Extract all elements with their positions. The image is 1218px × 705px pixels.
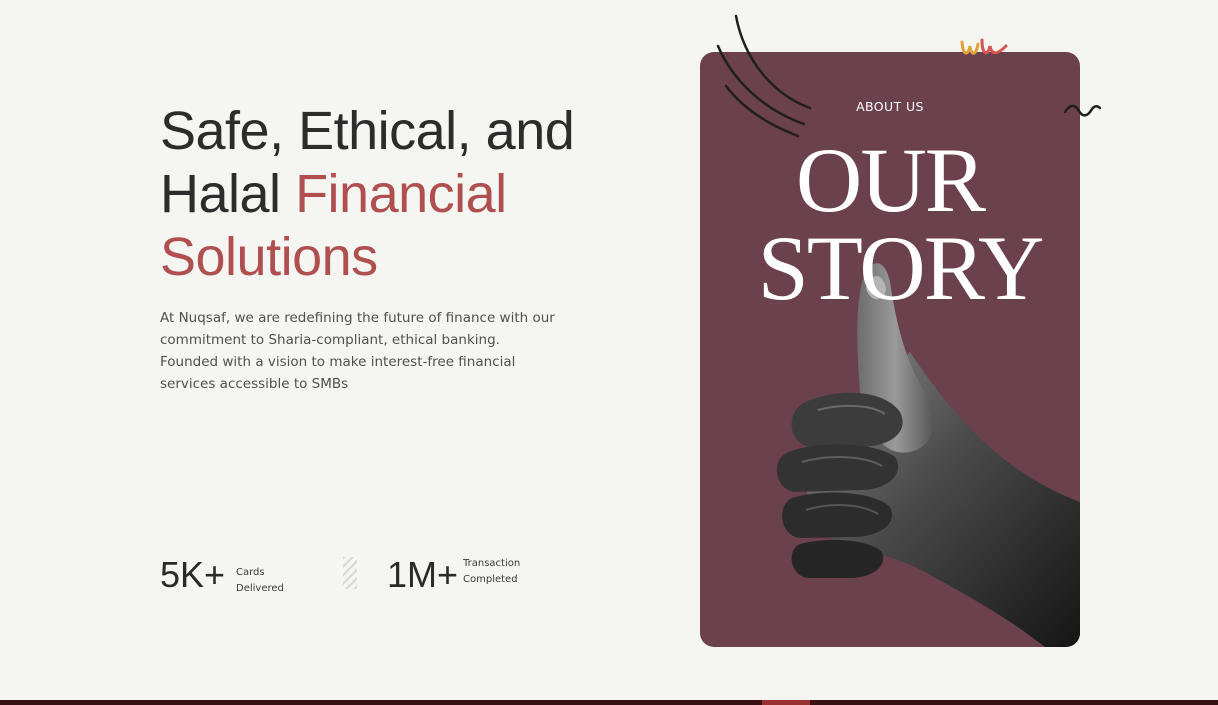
hero-description: At Nuqsaf, we are redefining the future … [160, 310, 555, 392]
stat-cards-value: 5K+ [160, 554, 226, 595]
hero-title: Safe, Ethical, and Halal Financial Solut… [160, 100, 680, 289]
hero-title-line2-accent: Financial [295, 164, 507, 224]
hero-title-line2-plain: Halal [160, 164, 296, 224]
stat-cards-label: Cards Delivered [236, 567, 284, 594]
our-story-title-line1: OUR [795, 129, 986, 231]
our-story-title-line2: STORY [757, 217, 1045, 319]
stat-transactions-label-line2: Completed [463, 574, 518, 585]
squiggle-decoration [960, 38, 1008, 55]
hero-title-line3-accent: Solutions [160, 227, 378, 287]
arc-lines-decoration [716, 14, 812, 138]
footer-accent-mark [762, 700, 810, 705]
stat-transactions-label-line1: Transaction [463, 558, 521, 569]
wave-decoration [1063, 104, 1102, 117]
hero-title-line1: Safe, Ethical, and [160, 101, 575, 161]
footer-strip [0, 700, 1218, 705]
our-story-card: ABOUT US OUR STORY [700, 52, 1080, 647]
stat-transactions-value: 1M+ [387, 554, 459, 595]
stat-divider [343, 557, 357, 589]
